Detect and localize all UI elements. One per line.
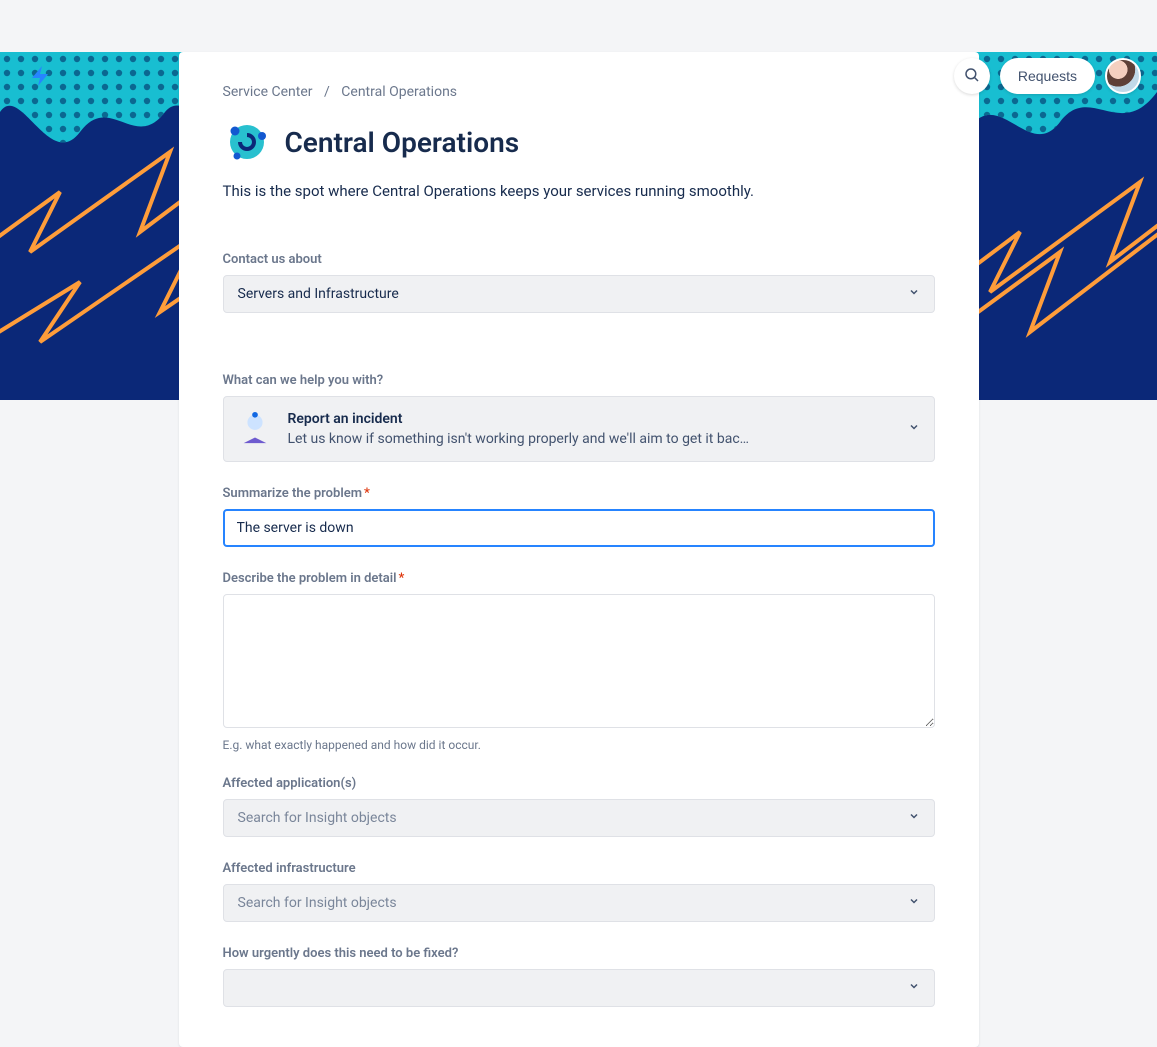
request-type-select[interactable]: Report an incident Let us know if someth… — [223, 396, 935, 462]
form-card: Service Center / Central Operations Cent… — [179, 52, 979, 1047]
detail-hint: E.g. what exactly happened and how did i… — [223, 738, 935, 752]
detail-textarea[interactable] — [223, 594, 935, 728]
search-button[interactable] — [954, 58, 990, 94]
user-avatar[interactable] — [1105, 58, 1141, 94]
urgency-select-value — [238, 980, 241, 996]
chevron-down-icon — [908, 895, 920, 911]
project-icon — [223, 118, 271, 166]
help-label: What can we help you with? — [223, 373, 935, 388]
contact-label: Contact us about — [223, 252, 935, 267]
contact-select-value: Servers and Infrastructure — [238, 286, 399, 302]
required-mark: * — [399, 571, 405, 586]
request-type-title: Report an incident — [288, 411, 884, 427]
app-logo-icon[interactable] — [28, 64, 52, 88]
detail-label: Describe the problem in detail* — [223, 571, 935, 586]
affected-apps-label: Affected application(s) — [223, 776, 935, 791]
summary-input[interactable] — [223, 509, 935, 547]
affected-apps-select[interactable]: Search for Insight objects — [223, 799, 935, 837]
affected-infra-select[interactable]: Search for Insight objects — [223, 884, 935, 922]
top-bar: Requests — [0, 52, 1157, 100]
affected-apps-placeholder: Search for Insight objects — [238, 810, 397, 826]
affected-infra-placeholder: Search for Insight objects — [238, 895, 397, 911]
urgency-label: How urgently does this need to be fixed? — [223, 946, 935, 961]
page-title: Central Operations — [285, 126, 520, 159]
affected-infra-label: Affected infrastructure — [223, 861, 935, 876]
page-description: This is the spot where Central Operation… — [223, 182, 935, 200]
search-icon — [963, 66, 981, 87]
requests-button[interactable]: Requests — [1000, 58, 1095, 94]
chevron-down-icon — [908, 980, 920, 996]
chevron-down-icon — [908, 810, 920, 826]
urgency-select[interactable] — [223, 969, 935, 1007]
request-type-desc: Let us know if something isn't working p… — [288, 431, 884, 447]
incident-icon — [238, 411, 272, 445]
chevron-down-icon — [908, 286, 920, 302]
contact-select[interactable]: Servers and Infrastructure — [223, 275, 935, 313]
summary-label: Summarize the problem* — [223, 486, 935, 501]
required-mark: * — [364, 486, 370, 501]
chevron-down-icon — [908, 421, 920, 437]
